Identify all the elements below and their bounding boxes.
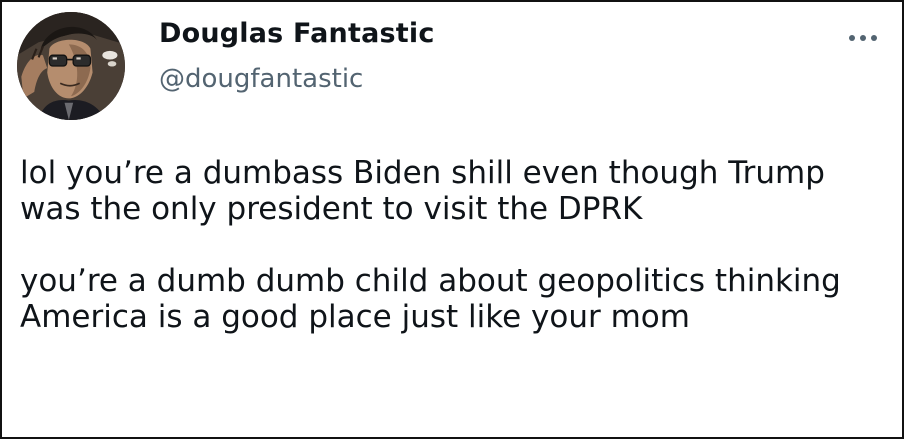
more-horizontal-icon: [849, 35, 877, 41]
more-options-button[interactable]: [846, 28, 880, 48]
tweet-paragraph-1: lol you’re a dumbass Biden shill even th…: [20, 155, 825, 227]
tweet-paragraph-2: you’re a dumb dumb child about geopoliti…: [20, 263, 841, 335]
author-handle[interactable]: @dougfantastic: [159, 64, 363, 94]
tweet-header: Douglas Fantastic @dougfantastic: [2, 2, 902, 122]
tweet-card: Douglas Fantastic @dougfantastic lol you…: [0, 0, 904, 439]
author-display-name[interactable]: Douglas Fantastic: [159, 18, 435, 49]
avatar[interactable]: [17, 12, 125, 120]
comic-character-avatar-icon: [17, 12, 125, 120]
tweet-text: lol you’re a dumbass Biden shill even th…: [20, 155, 880, 335]
